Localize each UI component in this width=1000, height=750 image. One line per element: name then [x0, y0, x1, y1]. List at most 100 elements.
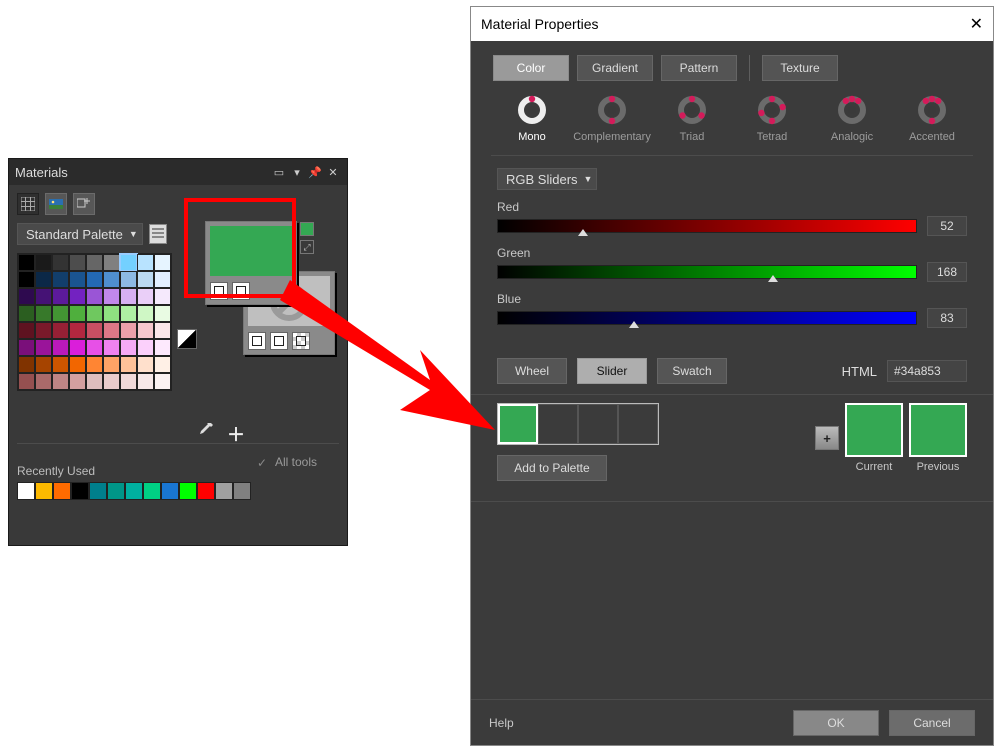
palette-doc-icon[interactable]	[149, 224, 167, 244]
swatch[interactable]	[35, 305, 52, 322]
swap-fg-bg-button[interactable]	[177, 329, 197, 349]
swatch[interactable]	[18, 339, 35, 356]
view-slider-button[interactable]: Slider	[577, 358, 647, 384]
ok-button[interactable]: OK	[793, 710, 879, 736]
recent-swatch[interactable]	[233, 482, 251, 500]
swatch[interactable]	[69, 373, 86, 390]
swatch[interactable]	[86, 305, 103, 322]
blue-value[interactable]: 83	[927, 308, 967, 328]
swatch[interactable]	[69, 305, 86, 322]
swatch[interactable]	[137, 254, 154, 271]
view-swatch-button[interactable]: Swatch	[657, 358, 727, 384]
swatch[interactable]	[154, 288, 171, 305]
swatch[interactable]	[18, 322, 35, 339]
harmony-triad[interactable]: Triad	[657, 93, 727, 143]
palette-slot-2[interactable]	[538, 404, 578, 444]
swatch[interactable]	[137, 339, 154, 356]
bg-transparent-subswatch[interactable]	[292, 332, 310, 350]
tab-color[interactable]: Color	[493, 55, 569, 81]
green-slider[interactable]	[497, 265, 917, 279]
swatch[interactable]	[103, 356, 120, 373]
swatch[interactable]	[86, 339, 103, 356]
swatch[interactable]	[86, 356, 103, 373]
tab-pattern[interactable]: Pattern	[661, 55, 737, 81]
swatch[interactable]	[154, 271, 171, 288]
swatch[interactable]	[103, 305, 120, 322]
fill-subswatch[interactable]	[232, 282, 250, 300]
swatch[interactable]	[103, 254, 120, 271]
harmony-accented[interactable]: Accented	[897, 93, 967, 143]
palette-combo[interactable]: Standard Palette ▼	[17, 223, 143, 245]
swatch[interactable]	[35, 373, 52, 390]
add-to-palette-button[interactable]: Add to Palette	[497, 455, 607, 481]
recent-swatches[interactable]	[17, 482, 339, 500]
stroke-subswatch[interactable]	[210, 282, 228, 300]
image-view-button[interactable]	[45, 193, 67, 215]
harmony-tetrad[interactable]: Tetrad	[737, 93, 807, 143]
swatch[interactable]	[69, 288, 86, 305]
recent-swatch[interactable]	[71, 482, 89, 500]
add-current-button[interactable]: +	[815, 426, 839, 450]
swatch[interactable]	[154, 339, 171, 356]
swatch[interactable]	[103, 373, 120, 390]
swatch[interactable]	[154, 373, 171, 390]
cancel-button[interactable]: Cancel	[889, 710, 975, 736]
bg-stroke-subswatch[interactable]	[248, 332, 266, 350]
maximize-icon[interactable]: ▭	[271, 164, 287, 180]
recent-swatch[interactable]	[17, 482, 35, 500]
swatch[interactable]	[154, 322, 171, 339]
close-icon[interactable]: ✕	[325, 164, 341, 180]
swatch[interactable]	[69, 322, 86, 339]
swatch[interactable]	[52, 356, 69, 373]
swatch[interactable]	[103, 339, 120, 356]
previous-color-swatch[interactable]	[909, 403, 967, 457]
swatch[interactable]	[52, 254, 69, 271]
tab-texture[interactable]: Texture	[762, 55, 838, 81]
swatch[interactable]	[137, 322, 154, 339]
swatch[interactable]	[120, 322, 137, 339]
swatch[interactable]	[35, 288, 52, 305]
swatch[interactable]	[86, 271, 103, 288]
swatch[interactable]	[69, 356, 86, 373]
add-swatch-button[interactable]	[73, 193, 95, 215]
swatch[interactable]	[137, 288, 154, 305]
help-link[interactable]: Help	[489, 716, 514, 730]
view-wheel-button[interactable]: Wheel	[497, 358, 567, 384]
swatch[interactable]	[35, 339, 52, 356]
recent-swatch[interactable]	[143, 482, 161, 500]
red-slider[interactable]	[497, 219, 917, 233]
red-value[interactable]: 52	[927, 216, 967, 236]
swatch[interactable]	[52, 271, 69, 288]
recent-swatch[interactable]	[35, 482, 53, 500]
swatch[interactable]	[86, 288, 103, 305]
fg-expand-icon[interactable]: ⤢	[300, 240, 314, 254]
swatch[interactable]	[18, 254, 35, 271]
swatch[interactable]	[35, 322, 52, 339]
recent-swatch[interactable]	[197, 482, 215, 500]
swatch[interactable]	[120, 339, 137, 356]
swatch[interactable]	[86, 373, 103, 390]
palette-slots[interactable]	[497, 403, 659, 445]
swatch[interactable]	[137, 305, 154, 322]
swatch[interactable]	[120, 288, 137, 305]
swatch[interactable]	[137, 356, 154, 373]
swatch[interactable]	[137, 373, 154, 390]
swatch-view-button[interactable]	[17, 193, 39, 215]
swatch[interactable]	[69, 271, 86, 288]
swatch[interactable]	[52, 305, 69, 322]
eyedropper-icon[interactable]	[197, 421, 215, 447]
swatch[interactable]	[18, 373, 35, 390]
swatch[interactable]	[52, 339, 69, 356]
add-color-icon[interactable]: ＋	[227, 421, 245, 447]
swatch[interactable]	[120, 305, 137, 322]
swatch[interactable]	[120, 373, 137, 390]
swatch[interactable]	[86, 322, 103, 339]
recent-swatch[interactable]	[53, 482, 71, 500]
harmony-complementary[interactable]: Complementary	[577, 93, 647, 143]
palette-slot-4[interactable]	[618, 404, 658, 444]
blue-slider[interactable]	[497, 311, 917, 325]
swatch[interactable]	[154, 305, 171, 322]
recent-swatch[interactable]	[179, 482, 197, 500]
swatch[interactable]	[52, 373, 69, 390]
swatch[interactable]	[103, 288, 120, 305]
